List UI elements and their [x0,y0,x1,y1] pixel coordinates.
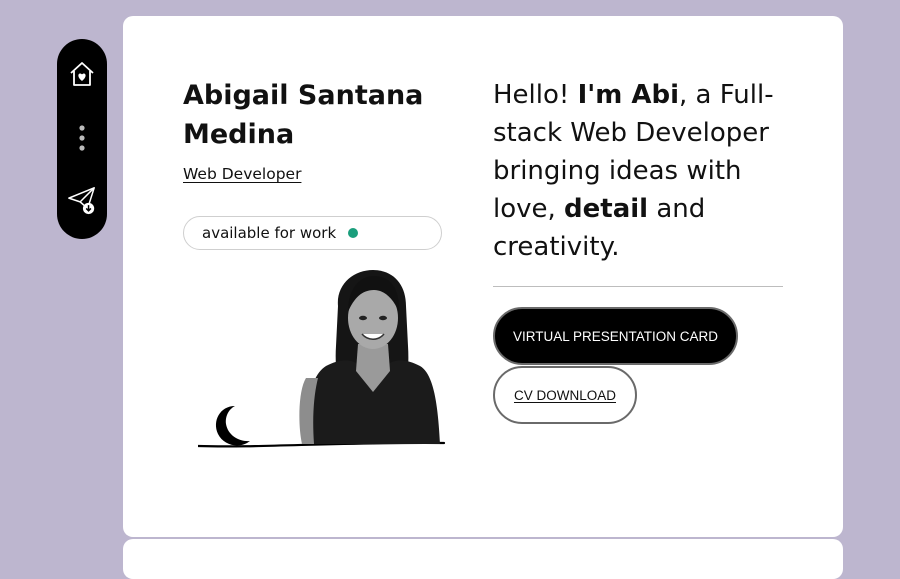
availability-badge: available for work [183,216,442,250]
divider [493,286,783,287]
intro-name-highlight: I'm Abi [577,80,680,110]
virtual-card-button[interactable]: VIRTUAL PRESENTATION CARD [493,307,738,365]
side-nav [57,39,107,239]
hero-card: Abigail Santana Medina Web Developer ava… [123,16,843,537]
cv-download-button[interactable]: CV DOWNLOAD [493,366,637,424]
availability-text: available for work [202,224,337,242]
next-section-card [123,539,843,579]
home-heart-icon[interactable] [67,59,97,89]
moon-icon [215,406,250,446]
intro-text: Hello! I'm Abi, a Full-stack Web Develop… [493,76,793,266]
intro-detail-highlight: detail [564,194,649,224]
more-vertical-icon[interactable] [67,123,97,153]
intro-part1: Hello! [493,80,578,110]
send-download-icon[interactable] [67,185,97,215]
profile-name: Abigail Santana Medina [183,80,424,150]
status-dot-icon [348,228,359,238]
portrait-illustration [196,266,448,456]
role-link[interactable]: Web Developer [183,165,301,183]
